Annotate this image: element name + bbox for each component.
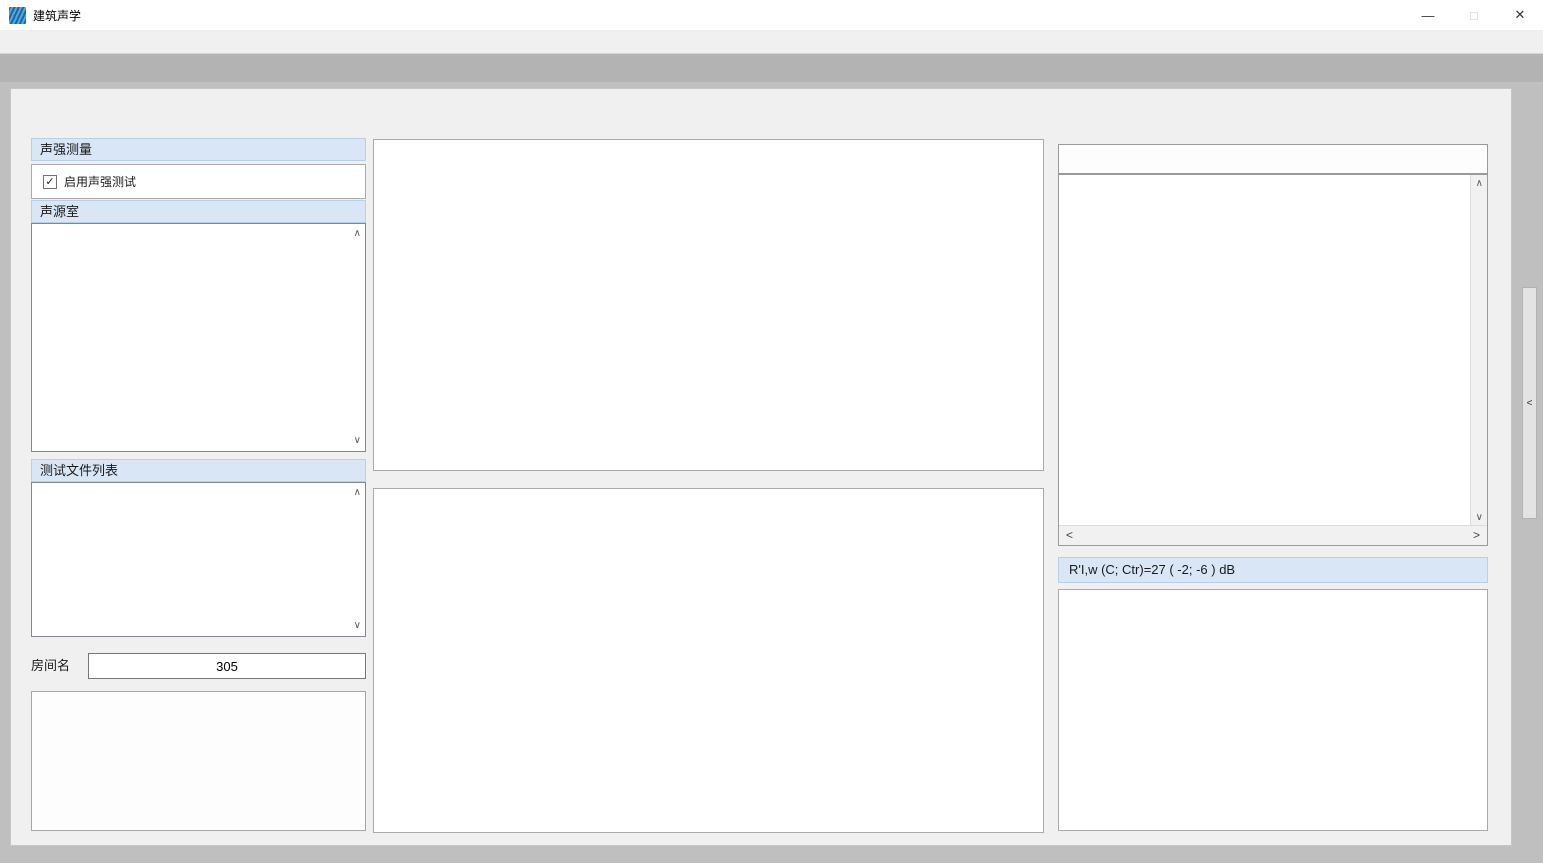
minimize-button[interactable]: — [1405,0,1451,30]
source-room-spectrum-chart [373,488,1044,833]
scroll-down-icon[interactable]: ∨ [354,436,361,446]
intensity-spectrum-chart [373,139,1044,471]
test-file-list: ∧ ∨ [31,482,366,637]
enable-intensity-checkbox[interactable] [43,175,57,189]
test-file-list-header: 测试文件列表 [31,459,366,482]
scroll-left-icon[interactable]: < [1066,528,1073,542]
room-name-input[interactable] [88,653,366,679]
weighted-index-result: R'I,w (C; Ctr)=27 ( -2; -6 ) dB [1058,557,1488,583]
source-room-channel-list: ∧ ∨ [31,223,366,452]
app-window: 建筑声学 — □ ✕ 声强测量 启用声强测试 声源室 ∧ ∨ 测试文件列表 ∧ … [0,0,1543,863]
source-room-header: 声源室 [31,200,366,223]
enable-intensity-label: 启用声强测试 [64,173,136,190]
scroll-up-icon[interactable]: ∧ [354,488,361,498]
app-icon [9,7,26,24]
close-button[interactable]: ✕ [1497,0,1543,30]
control-button-box [31,691,366,831]
table-vertical-scrollbar[interactable]: ∧ ∨ [1470,175,1487,527]
table-horizontal-scrollbar[interactable]: < > [1059,525,1487,545]
result-view-radio-group [1058,144,1488,174]
side-panel-collapse-handle[interactable]: < [1522,287,1537,519]
room-name-label: 房间名 [31,653,86,679]
scroll-down-icon[interactable]: ∨ [354,621,361,631]
main-content: 声强测量 启用声强测试 声源室 ∧ ∨ 测试文件列表 ∧ ∨ 房间名 [10,88,1512,846]
results-table-container: ∧ ∨ < > [1058,174,1488,546]
maximize-button[interactable]: □ [1451,0,1497,30]
scroll-right-icon[interactable]: > [1473,528,1480,542]
menu-bar [0,30,1543,53]
title-bar: 建筑声学 — □ ✕ [0,0,1543,30]
intensity-section-header: 声强测量 [31,138,366,161]
scroll-up-icon[interactable]: ∧ [1476,179,1483,189]
document-tabs [0,53,1543,82]
window-title: 建筑声学 [33,7,81,24]
scroll-up-icon[interactable]: ∧ [354,229,361,239]
scroll-down-icon[interactable]: ∨ [1476,513,1483,523]
rating-curve-chart [1058,589,1488,831]
enable-intensity-box: 启用声强测试 [31,164,366,199]
